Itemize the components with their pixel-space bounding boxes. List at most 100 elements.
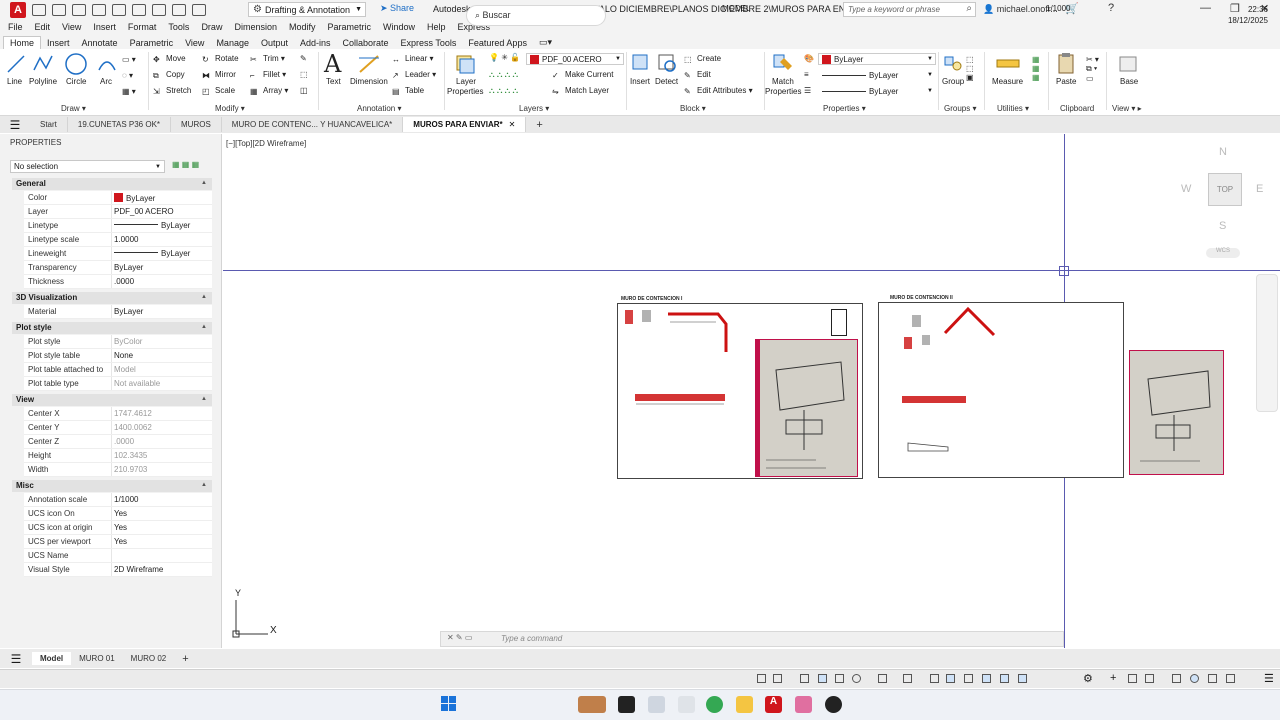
viewport-controls[interactable]: [−][Top][2D Wireframe] (226, 139, 306, 148)
prop-row[interactable]: Center Y 1400.0062 (24, 421, 212, 435)
prop-row[interactable]: Visual Style 2D Wireframe (24, 563, 212, 577)
linetype-icon[interactable]: ☰ (804, 86, 811, 95)
autocad-logo[interactable]: A (10, 1, 26, 18)
menu-modify[interactable]: Modify (289, 22, 316, 32)
prop-row[interactable]: Transparency ByLayer (24, 261, 212, 275)
lineweight-dropdown[interactable]: ByLayer ▼ (818, 69, 936, 81)
group-button[interactable]: Group (942, 77, 964, 86)
menu-view[interactable]: View (62, 22, 81, 32)
polyline-icon[interactable] (32, 52, 54, 76)
widgets-icon[interactable] (648, 696, 665, 713)
base-view-icon[interactable] (1117, 52, 1139, 76)
quick-properties-icon[interactable] (1226, 674, 1235, 683)
match-layer-button[interactable]: ⇋ Match Layer (552, 86, 609, 96)
mirror-button[interactable]: ⧓ Mirror (202, 70, 236, 80)
rectangle-icon[interactable]: ▭ ▾ (122, 55, 136, 64)
lineweight-display-icon[interactable] (930, 674, 939, 683)
scale-button[interactable]: ◰ Scale (202, 86, 235, 96)
transparency-icon[interactable] (946, 674, 955, 683)
close-tab-icon[interactable]: ✕ (509, 120, 516, 129)
add-icon[interactable]: + (1110, 672, 1116, 684)
open-file-icon[interactable] (52, 3, 66, 16)
group-tools-icons[interactable]: ⬚ ⬚ ▣ (966, 55, 974, 82)
arc-button[interactable]: Arc (100, 77, 112, 86)
utilities-panel-label[interactable]: Utilities ▾ (997, 104, 1029, 113)
dimension-icon[interactable] (357, 52, 381, 76)
erase-icon[interactable]: ✎ (300, 54, 307, 63)
search-icon[interactable]: ⌕ (966, 3, 972, 14)
menu-help[interactable]: Help (427, 22, 446, 32)
ortho-icon[interactable] (800, 674, 809, 683)
menu-insert[interactable]: Insert (93, 22, 116, 32)
plot-icon[interactable] (152, 3, 166, 16)
stretch-button[interactable]: ⇲ Stretch (153, 86, 191, 96)
task-view-icon[interactable] (618, 696, 635, 713)
tab-express-tools[interactable]: Express Tools (395, 37, 463, 49)
prop-row[interactable]: Center Z .0000 (24, 435, 212, 449)
hatch-icon[interactable]: ◌ ▾ (122, 71, 133, 80)
tab-collaborate[interactable]: Collaborate (337, 37, 395, 49)
help-icon[interactable]: ? (1108, 2, 1114, 14)
prop-row[interactable]: Lineweight ByLayer (24, 247, 212, 261)
table-button[interactable]: ▤ Table (392, 86, 424, 96)
lineweight-icon[interactable]: ≡ (804, 70, 809, 79)
insert-button[interactable]: Insert (630, 77, 650, 86)
text-icon[interactable]: A (324, 50, 341, 78)
tab-parametric[interactable]: Parametric (124, 37, 180, 49)
object-snap-icon[interactable] (903, 674, 912, 683)
prop-row[interactable]: Plot style table None (24, 349, 212, 363)
clean-screen-icon[interactable] (1172, 674, 1181, 683)
hamburger-icon[interactable]: ☰ (0, 652, 32, 666)
prop-row[interactable]: UCS icon On Yes (24, 507, 212, 521)
array-button[interactable]: ▦ Array ▾ (250, 86, 288, 96)
text-button[interactable]: Text (326, 77, 341, 86)
prop-row[interactable]: UCS Name (24, 549, 212, 563)
annotation-panel-label[interactable]: Annotation ▾ (357, 104, 402, 113)
dynamic-ucs-icon[interactable] (1000, 674, 1009, 683)
view-panel-label[interactable]: View ▾ ▸ (1112, 104, 1142, 113)
polar-icon[interactable] (835, 674, 844, 683)
dynamic-input-icon[interactable] (818, 674, 827, 683)
ribbon-minimize-icon[interactable]: ▭▾ (533, 36, 558, 49)
circle-button[interactable]: Circle (66, 77, 86, 86)
prop-row[interactable]: Plot table attached to Model (24, 363, 212, 377)
save-web-icon[interactable] (132, 3, 146, 16)
linear-dimension-button[interactable]: ↔ Linear ▾ (392, 54, 434, 64)
viewcube-south[interactable]: S (1219, 220, 1226, 232)
open-web-icon[interactable] (112, 3, 126, 16)
prop-row[interactable]: Plot style ByColor (24, 335, 212, 349)
modify-panel-label[interactable]: Modify ▾ (215, 104, 245, 113)
menu-window[interactable]: Window (383, 22, 415, 32)
insert-block-icon[interactable] (630, 52, 650, 76)
section-view[interactable]: View ▲ (12, 394, 212, 406)
prop-row[interactable]: UCS icon at origin Yes (24, 521, 212, 535)
section-plot-style[interactable]: Plot style ▲ (12, 322, 212, 334)
layer-properties-label-2[interactable]: Properties (447, 87, 483, 96)
layer-properties-label-1[interactable]: Layer (456, 77, 476, 86)
tab-insert[interactable]: Insert (41, 37, 76, 49)
tab-annotate[interactable]: Annotate (76, 37, 124, 49)
file-tab-cunetas[interactable]: 19.CUNETAS P36 OK* (68, 117, 172, 132)
leader-button[interactable]: ↗ Leader ▾ (392, 70, 436, 80)
arc-icon[interactable] (96, 52, 118, 76)
offset-icon[interactable]: ◫ (300, 86, 308, 95)
workspace-selector[interactable]: ⚙ Drafting & Annotation ▼ (248, 2, 366, 17)
search-highlight-image[interactable] (578, 696, 606, 713)
boundary-icon[interactable]: ▦ ▾ (122, 87, 136, 96)
detect-button[interactable]: Detect (655, 77, 678, 86)
clipboard-tools-icons[interactable]: ✂ ▾ ⧉ ▾ ▭ (1086, 55, 1099, 83)
paste-button[interactable]: Paste (1056, 77, 1076, 86)
clipboard-panel-label[interactable]: Clipboard (1060, 104, 1094, 113)
isodraft-icon[interactable] (852, 674, 861, 683)
new-file-icon[interactable] (32, 3, 46, 16)
app-icon[interactable] (825, 696, 842, 713)
new-tab-button[interactable]: + (526, 116, 552, 134)
rotate-button[interactable]: ↻ Rotate (202, 54, 239, 64)
prop-row[interactable]: Width 210.9703 (24, 463, 212, 477)
units-icon[interactable] (1208, 674, 1217, 683)
file-tab-muro-contencion[interactable]: MURO DE CONTENC... Y HUANCAVELICA* (222, 117, 404, 132)
model-space-toggle[interactable]: MODEL (722, 4, 750, 13)
explode-icon[interactable]: ⬚ (300, 70, 308, 79)
properties-panel-label[interactable]: Properties ▾ (823, 104, 866, 113)
fillet-button[interactable]: ⌐ Fillet ▾ (250, 70, 286, 80)
